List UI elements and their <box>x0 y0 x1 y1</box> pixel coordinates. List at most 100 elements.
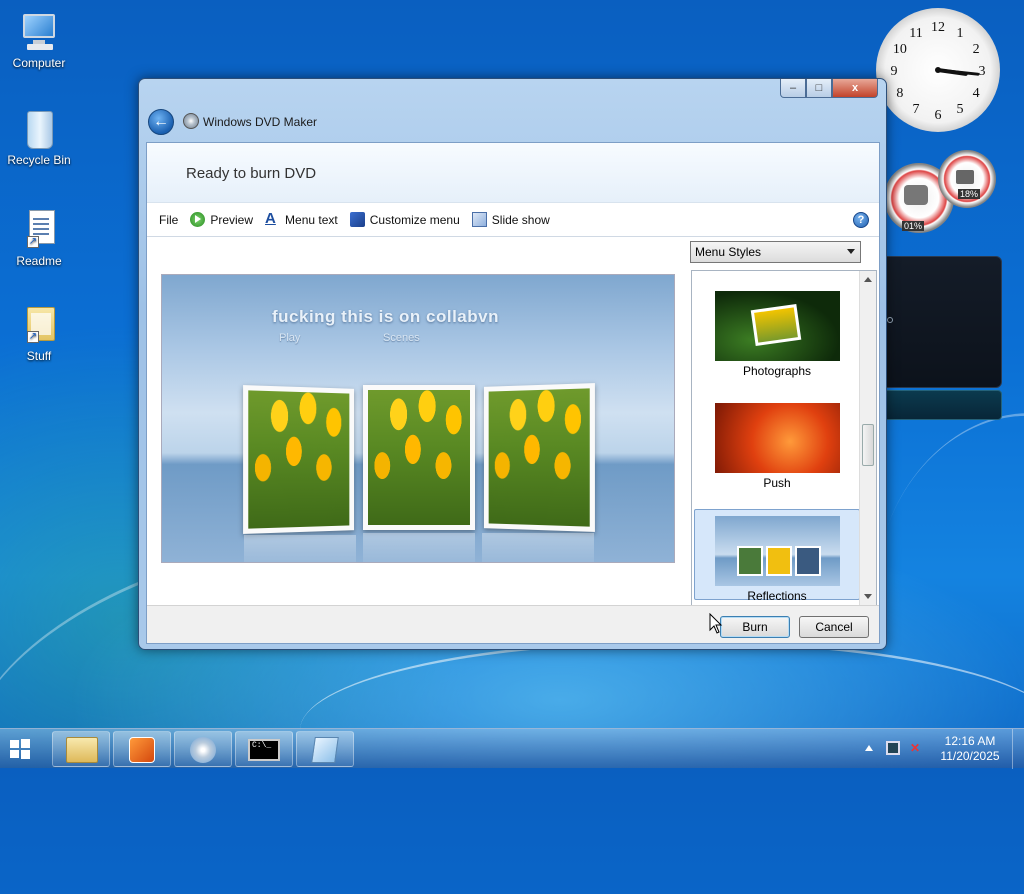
desktop-icon-label: Readme <box>4 254 74 268</box>
media-player-icon <box>129 737 155 763</box>
taskbar-dvd-maker[interactable] <box>174 731 232 767</box>
help-icon[interactable]: ? <box>853 212 869 228</box>
desktop-icon-label: Stuff <box>4 349 74 363</box>
taskbar-media-player[interactable] <box>113 731 171 767</box>
preview-play-label: Play <box>279 332 300 344</box>
folder-icon <box>66 737 98 763</box>
desktop-icon-readme[interactable]: ↗ Readme <box>4 208 74 268</box>
preview-button[interactable]: Preview <box>190 212 253 227</box>
taskbar-command-prompt[interactable]: C:\_ <box>235 731 293 767</box>
menu-styles-list[interactable]: Photographs Push Reflections <box>691 270 877 606</box>
clock-numeral: 10 <box>893 42 907 57</box>
clock-numeral: 2 <box>973 42 980 57</box>
file-label: File <box>159 213 178 227</box>
chevron-down-icon <box>847 249 855 254</box>
taskbar-date: 11/20/2025 <box>934 749 1006 764</box>
preview-disc-title: fucking this is on collabvn <box>272 307 499 327</box>
desktop-icon-computer[interactable]: Computer <box>4 10 74 70</box>
back-button[interactable]: ← <box>148 109 174 135</box>
window-title: Windows DVD Maker <box>203 115 317 129</box>
computer-icon <box>17 10 61 54</box>
volume-muted-icon[interactable]: ✕ <box>910 741 924 755</box>
preview-photo <box>363 385 475 530</box>
preview-photo <box>243 385 354 534</box>
style-item-reflections[interactable]: Reflections <box>694 509 860 600</box>
style-item-label: Photographs <box>694 364 860 378</box>
taskbar-time: 12:16 AM <box>934 734 1006 749</box>
cancel-button[interactable]: Cancel <box>799 616 869 638</box>
customize-menu-button[interactable]: Customize menu <box>350 212 460 227</box>
caption-buttons: ‒ □ x <box>780 79 878 99</box>
desktop-icon-recycle-bin[interactable]: Recycle Bin <box>4 107 74 167</box>
toolbar: File Preview A Menu text Customize menu … <box>147 203 879 237</box>
media-gadget-bar <box>880 390 1002 420</box>
slide-show-icon <box>472 212 487 227</box>
reflections-thumbnail <box>715 516 840 586</box>
clock-numeral: 4 <box>973 86 980 101</box>
recycle-bin-icon <box>17 107 61 151</box>
clock-center <box>935 67 941 73</box>
customize-icon <box>350 212 365 227</box>
minimize-button[interactable]: ‒ <box>780 79 806 98</box>
menu-styles-panel: Menu Styles Photographs Push Reflections <box>689 238 879 606</box>
style-item-push[interactable]: Push <box>694 397 860 488</box>
taskbar-notepad[interactable] <box>296 731 354 767</box>
scroll-down-icon[interactable] <box>864 594 872 599</box>
menu-styles-selected: Menu Styles <box>695 245 761 259</box>
file-menu[interactable]: File <box>159 213 178 227</box>
ram-meter-value: 18% <box>958 189 980 199</box>
close-button[interactable]: x <box>832 79 878 98</box>
clock-gadget[interactable]: 12 1 2 3 4 5 6 7 8 9 10 11 <box>876 8 1000 132</box>
clock-numeral: 9 <box>891 64 898 79</box>
clock-numeral: 7 <box>913 102 920 117</box>
scrollbar-thumb[interactable] <box>862 424 874 466</box>
preview-area: fucking this is on collabvn Play Scenes <box>147 238 689 604</box>
clock-face: 12 12 3 45678 9 1011 <box>876 8 1000 132</box>
burn-button[interactable]: Burn <box>720 616 790 638</box>
slide-show-label: Slide show <box>492 213 550 227</box>
style-item-label: Push <box>694 476 860 490</box>
clock-numeral: 3 <box>979 64 986 79</box>
preview-reflection <box>244 535 356 563</box>
styles-scrollbar[interactable] <box>859 271 876 605</box>
footer-bar: Burn Cancel <box>147 605 879 643</box>
maximize-button[interactable]: □ <box>806 79 832 98</box>
taskbar-explorer[interactable] <box>52 731 110 767</box>
header-band: Ready to burn DVD <box>147 143 879 203</box>
clock-numeral: 6 <box>935 108 942 123</box>
dvd-maker-icon <box>183 113 199 129</box>
preview-reflection <box>363 533 475 563</box>
tray-expand-icon[interactable] <box>865 745 873 751</box>
menu-preview: fucking this is on collabvn Play Scenes <box>161 274 675 563</box>
text-a-icon: A <box>265 212 280 227</box>
start-button[interactable] <box>9 738 31 760</box>
command-prompt-icon: C:\_ <box>248 739 280 761</box>
customize-menu-label: Customize menu <box>370 213 460 227</box>
clock-numeral: 1 <box>957 26 964 41</box>
show-desktop-button[interactable] <box>1012 729 1024 769</box>
content-pane: Ready to burn DVD File Preview A Menu te… <box>146 142 880 644</box>
taskbar-clock[interactable]: 12:16 AM 11/20/2025 <box>934 734 1006 764</box>
clock-numeral: 5 <box>957 102 964 117</box>
windows-logo-icon <box>9 738 31 760</box>
notepad-icon <box>311 737 339 763</box>
ram-meter-gadget[interactable]: 18% <box>938 150 996 208</box>
style-item-photographs[interactable]: Photographs <box>694 285 860 376</box>
taskbar: C:\_ ✕ 12:16 AM 11/20/2025 <box>0 728 1024 768</box>
clock-numeral: 12 <box>931 20 945 35</box>
clock-numeral: 8 <box>896 86 903 101</box>
back-arrow-icon: ← <box>153 113 169 131</box>
menu-styles-dropdown[interactable]: Menu Styles <box>690 241 861 263</box>
menu-text-button[interactable]: A Menu text <box>265 212 338 227</box>
media-gadget[interactable] <box>880 256 1002 388</box>
network-icon[interactable] <box>886 741 900 755</box>
preview-scenes-label: Scenes <box>383 332 420 344</box>
scroll-up-icon[interactable] <box>864 277 872 282</box>
preview-photo <box>484 383 595 532</box>
slide-show-button[interactable]: Slide show <box>472 212 550 227</box>
clock-numeral: 11 <box>909 26 922 41</box>
push-thumbnail <box>715 403 840 473</box>
photographs-thumbnail <box>715 291 840 361</box>
cpu-meter-value: 01% <box>902 221 924 231</box>
desktop-icon-stuff[interactable]: ↗ Stuff <box>4 303 74 363</box>
